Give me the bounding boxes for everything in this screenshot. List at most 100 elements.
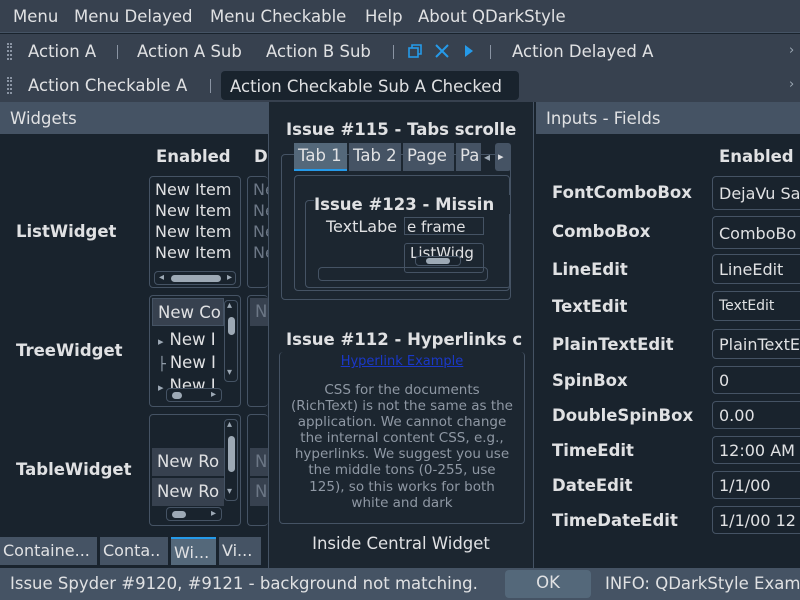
- lineedit-input[interactable]: LineEdit: [712, 254, 800, 284]
- tree-horizontal-scrollbar[interactable]: ▸: [166, 388, 222, 402]
- dock-tab-containers[interactable]: Containe...: [0, 537, 97, 565]
- scroll-down-icon[interactable]: ▾: [227, 367, 232, 378]
- list-item: Ne: [253, 243, 268, 262]
- action-a-sub-button[interactable]: Action A Sub: [137, 42, 242, 61]
- table-row-header[interactable]: New Ro: [152, 448, 224, 476]
- tree-item[interactable]: ▸ New I: [158, 329, 228, 352]
- list-item[interactable]: New Item: [155, 179, 235, 200]
- tree-item[interactable]: ├ New I: [158, 352, 228, 375]
- toolbar-separator: [393, 45, 394, 59]
- widgets-dock-title[interactable]: Widgets: [0, 102, 268, 134]
- scrollbar-small[interactable]: [415, 256, 461, 266]
- timeedit-input[interactable]: 12:00 AM: [712, 436, 800, 464]
- table-row-header[interactable]: New Ro: [152, 478, 224, 506]
- toolbar-separator: [490, 45, 491, 59]
- scroll-right-icon[interactable]: ▸: [211, 389, 216, 400]
- issue-115-title: Issue #115 - Tabs scrolle: [286, 120, 517, 139]
- label-spinbox: SpinBox: [552, 371, 628, 390]
- action-checkable-sub-a-button[interactable]: Action Checkable Sub A Checked: [221, 71, 519, 100]
- issue-123-title: Issue #123 - Missin: [314, 195, 510, 214]
- label-timeedit: TimeEdit: [552, 441, 634, 460]
- tree-header: N: [250, 298, 268, 326]
- text-label: TextLabe: [326, 217, 398, 236]
- tab-scroll-right-icon[interactable]: ▸: [495, 143, 511, 171]
- scroll-down-icon[interactable]: ▾: [227, 486, 232, 497]
- list-item[interactable]: New Item: [155, 200, 235, 221]
- list-widget-disabled: Ne Ne Ne Ne: [247, 176, 268, 288]
- scrollbar-thumb[interactable]: [228, 436, 235, 472]
- label-timedateedit: TimeDateEdit: [552, 511, 678, 530]
- inputs-column-header-enabled: Enabled: [719, 147, 794, 166]
- ok-button[interactable]: OK: [505, 570, 591, 598]
- label-lineedit: LineEdit: [552, 260, 628, 279]
- list-item: Ne: [253, 180, 268, 199]
- list-horizontal-scrollbar[interactable]: ◂ ▸: [154, 271, 236, 285]
- doublespinbox-input[interactable]: 0.00: [712, 401, 800, 429]
- scroll-left-icon[interactable]: ◂: [159, 272, 164, 283]
- table-widget-disabled: N N: [247, 414, 268, 526]
- scroll-right-icon[interactable]: ▸: [211, 508, 216, 519]
- list-item[interactable]: New Item: [155, 221, 235, 242]
- central-widget: Issue #115 - Tabs scrolle Tab 1 Tab 2 Pa…: [268, 102, 534, 568]
- plaintextedit-input[interactable]: PlainTextE: [712, 329, 800, 359]
- tab-1[interactable]: Tab 1: [294, 143, 347, 171]
- hyperlink-example[interactable]: Hyperlink Example: [280, 354, 524, 369]
- toolbar-handle[interactable]: [7, 77, 12, 94]
- table-widget[interactable]: New Ro New Ro ▴ ▾ ▸: [149, 414, 241, 526]
- scrollbar-thumb[interactable]: [426, 258, 450, 264]
- dock-tab-containers-2[interactable]: Conta..: [100, 537, 168, 565]
- close-x-icon[interactable]: [434, 43, 450, 63]
- action-b-sub-button[interactable]: Action B Sub: [266, 42, 371, 61]
- status-message: Issue Spyder #9120, #9121 - background n…: [10, 574, 478, 593]
- toolbar-extension-icon[interactable]: ›: [789, 43, 794, 58]
- issue-112-group: Hyperlink Example CSS for the documents …: [279, 352, 525, 524]
- label-fontcombobox: FontComboBox: [552, 183, 692, 202]
- toolbar-handle[interactable]: [7, 43, 12, 60]
- action-a-button[interactable]: Action A: [28, 42, 96, 61]
- tab-2[interactable]: Tab 2: [349, 143, 401, 171]
- menu-item-help[interactable]: Help: [365, 7, 403, 26]
- fontcombobox[interactable]: DejaVu Sa: [712, 176, 800, 210]
- toolbar-separator: [117, 45, 118, 59]
- menu-item-about[interactable]: About QDarkStyle: [418, 7, 566, 26]
- expand-arrow-icon[interactable]: ▸: [158, 335, 164, 348]
- tree-vertical-scrollbar[interactable]: ▴ ▾: [224, 300, 238, 382]
- list-widget[interactable]: New Item New Item New Item New Item ◂ ▸: [149, 176, 241, 288]
- spinbox-input[interactable]: 0: [712, 366, 800, 394]
- table-vertical-scrollbar[interactable]: ▴ ▾: [224, 419, 238, 501]
- label-listwidget: ListWidget: [16, 222, 117, 241]
- scrollbar-thumb[interactable]: [228, 317, 235, 335]
- tree-header[interactable]: New Co: [152, 298, 224, 326]
- scroll-up-icon[interactable]: ▴: [227, 300, 232, 311]
- list-item[interactable]: New Item: [155, 242, 235, 263]
- table-horizontal-scrollbar[interactable]: ▸: [166, 507, 222, 521]
- scrollbar-thumb[interactable]: [172, 511, 186, 518]
- play-arrow-icon[interactable]: [463, 43, 475, 63]
- tree-widget[interactable]: New Co ▸ New I ├ New I ▸ New I ▴ ▾ ▸: [149, 295, 241, 407]
- expand-arrow-icon[interactable]: ▸: [158, 381, 164, 394]
- dock-tab-widgets[interactable]: Wi...: [171, 537, 216, 565]
- dock-tab-views[interactable]: Vi...: [219, 537, 261, 565]
- scroll-right-icon[interactable]: ▸: [227, 272, 232, 283]
- action-checkable-a-button[interactable]: Action Checkable A: [28, 76, 187, 95]
- tab-page-2[interactable]: Pa: [456, 143, 481, 171]
- restore-window-icon[interactable]: [407, 43, 423, 63]
- tab-page[interactable]: Page: [403, 143, 454, 171]
- scroll-up-icon[interactable]: ▴: [227, 419, 232, 430]
- menu-item-menu-checkable[interactable]: Menu Checkable: [210, 7, 346, 26]
- scrollbar-thumb[interactable]: [172, 392, 182, 399]
- inputs-dock-title[interactable]: Inputs - Fields: [536, 102, 800, 134]
- menu-item-menu-delayed[interactable]: Menu Delayed: [74, 7, 193, 26]
- scrollbar-outer[interactable]: [318, 267, 488, 281]
- timedateedit-input[interactable]: 1/1/00 12: [712, 506, 800, 534]
- dateedit-input[interactable]: 1/1/00: [712, 471, 800, 499]
- combobox[interactable]: ComboBo: [712, 216, 800, 249]
- scrollbar-thumb[interactable]: [171, 275, 221, 282]
- textedit-input[interactable]: TextEdit: [712, 291, 800, 321]
- menu-item-menu[interactable]: Menu: [13, 7, 58, 26]
- inside-central-widget-label: Inside Central Widget: [312, 534, 490, 553]
- tab-scroll-left-icon[interactable]: ◂: [484, 150, 490, 164]
- action-delayed-a-button[interactable]: Action Delayed A: [512, 42, 653, 61]
- frame-label: e frame: [404, 217, 484, 235]
- toolbar-extension-icon[interactable]: ›: [789, 77, 794, 92]
